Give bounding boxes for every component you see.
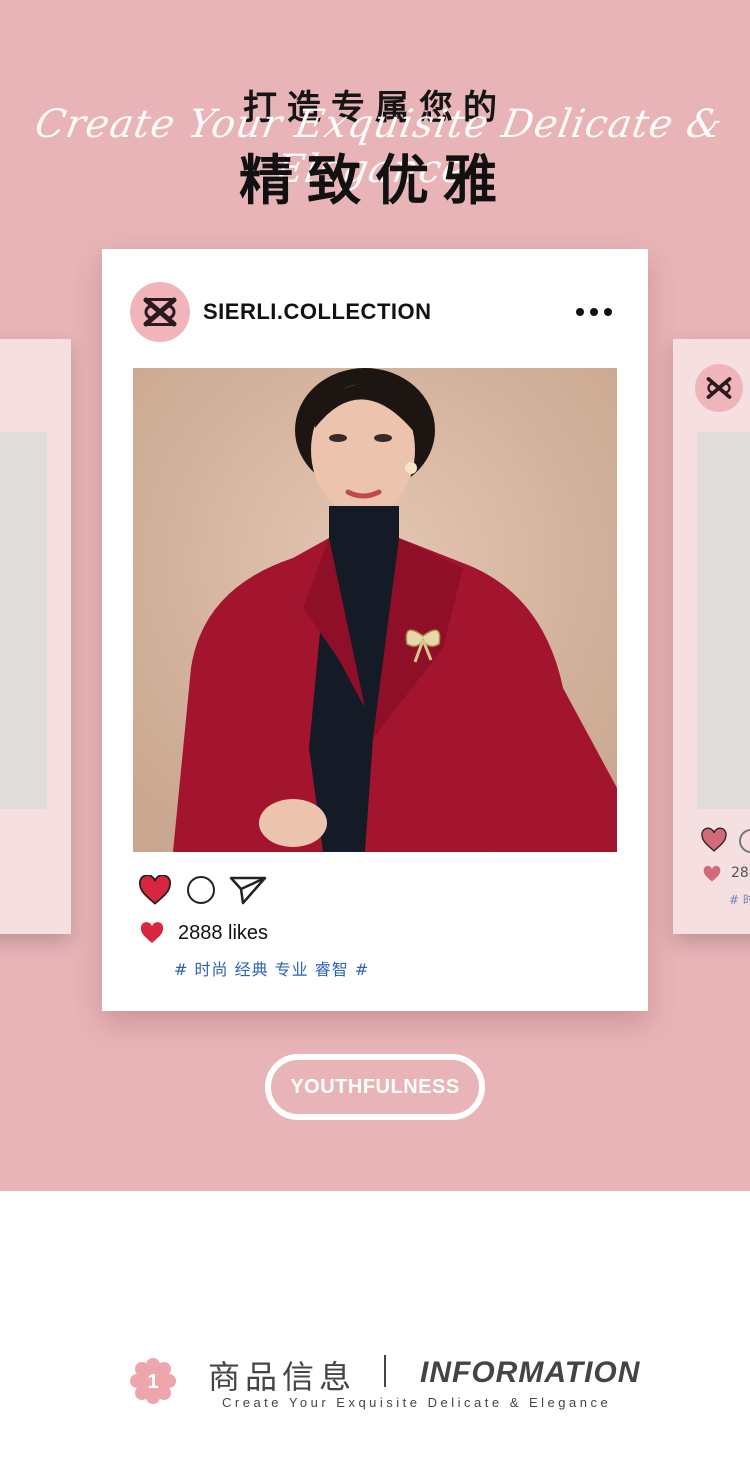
section-title-en: INFORMATION xyxy=(420,1356,641,1389)
side-card-left-photo xyxy=(0,432,47,809)
heart-icon[interactable] xyxy=(138,875,172,905)
post-photo xyxy=(133,368,617,852)
headline-main: 精致优雅 xyxy=(239,149,511,212)
side-likes-count: 288 xyxy=(731,865,750,881)
post-card: SIERLI.COLLECTION 2888 likes # 时尚 经典 专业 … xyxy=(102,249,648,1011)
brand-logo-icon xyxy=(143,297,177,327)
section-divider xyxy=(384,1355,386,1387)
page: 打造专属您的 Create Your Exquisite Delicate & … xyxy=(0,0,750,1461)
likes-count[interactable]: 2888 likes xyxy=(178,922,268,945)
heart-icon xyxy=(701,827,727,852)
heart-icon xyxy=(703,865,721,882)
section-number: 1 xyxy=(147,1371,158,1393)
comment-icon[interactable] xyxy=(187,876,215,904)
likes-row: 2888 likes xyxy=(140,920,268,946)
brand-logo-icon xyxy=(695,364,743,412)
account-name[interactable]: SIERLI.COLLECTION xyxy=(203,299,432,325)
youthfulness-button[interactable]: YOUTHFULNESS xyxy=(265,1054,485,1120)
side-card-left[interactable] xyxy=(0,339,71,934)
post-actions xyxy=(138,873,278,907)
hashtags[interactable]: # 时尚 经典 专业 睿智 # xyxy=(174,956,369,980)
section-subtitle: Create Your Exquisite Delicate & Eleganc… xyxy=(222,1395,612,1410)
more-icon[interactable] xyxy=(576,304,612,320)
comment-icon xyxy=(739,829,750,853)
model-photo xyxy=(133,368,617,852)
side-card-right[interactable]: 288 # 时 xyxy=(673,339,750,934)
brand-avatar[interactable] xyxy=(130,282,190,342)
side-hashtag: # 时 xyxy=(729,893,750,907)
share-icon[interactable] xyxy=(229,875,267,905)
youthfulness-button-label: YOUTHFULNESS xyxy=(290,1075,460,1098)
side-card-right-photo xyxy=(697,432,750,809)
flower-badge-icon: 1 xyxy=(130,1358,176,1404)
heart-icon xyxy=(140,922,164,943)
section-title-zh: 商品信息 xyxy=(208,1358,357,1396)
